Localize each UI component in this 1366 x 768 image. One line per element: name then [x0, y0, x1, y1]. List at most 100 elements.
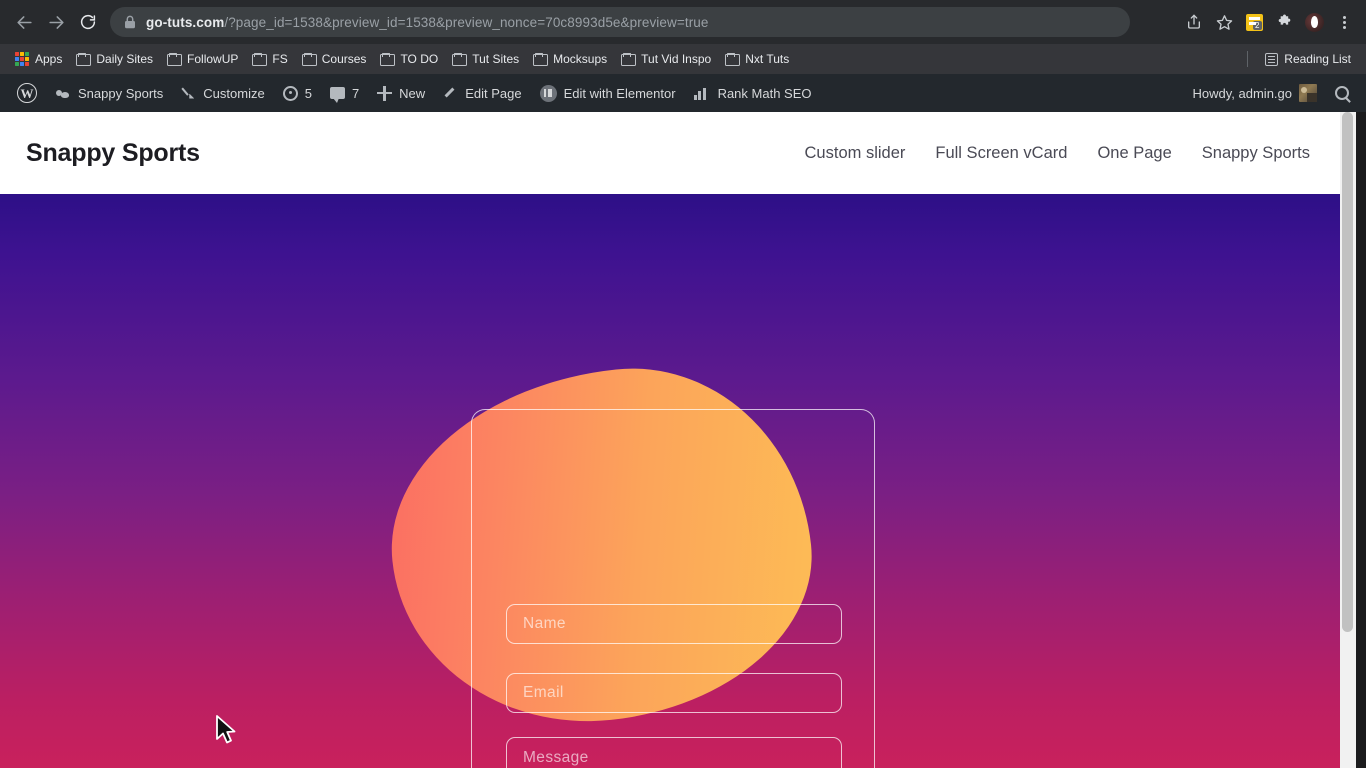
folder-icon	[452, 53, 468, 66]
folder-icon	[380, 53, 396, 66]
url-path: /?page_id=1538&preview_id=1538&preview_n…	[224, 14, 709, 30]
adminbar-elementor-label: Edit with Elementor	[563, 85, 676, 101]
mouse-cursor	[216, 715, 236, 744]
bookmark-label: Tut Sites	[472, 52, 520, 66]
folder-icon	[533, 53, 549, 66]
reading-list-icon	[1265, 52, 1279, 66]
bookmark-item-nxt-tuts[interactable]: Nxt Tuts	[718, 49, 796, 69]
bookmark-item-fs[interactable]: FS	[245, 49, 294, 69]
bookmark-label: Courses	[321, 52, 367, 66]
back-icon[interactable]	[8, 6, 40, 38]
bookmark-label: FollowUP	[187, 52, 239, 66]
browser-window: go-tuts.com/?page_id=1538&preview_id=153…	[0, 0, 1366, 768]
nav-item-custom-slider[interactable]: Custom slider	[805, 144, 906, 163]
adminbar-updates[interactable]: 5	[274, 74, 321, 112]
bookmarks-bar: Apps Daily Sites FollowUP FS Courses TO …	[0, 44, 1366, 74]
site-header: Snappy Sports Custom slider Full Screen …	[0, 112, 1340, 194]
adminbar-comments-count: 7	[351, 85, 360, 101]
wordpress-icon: W	[17, 83, 37, 103]
nav-item-snappy-sports[interactable]: Snappy Sports	[1202, 144, 1310, 163]
page-scrollbar[interactable]	[1340, 112, 1356, 768]
contact-form-card	[471, 409, 875, 768]
adminbar-site-name-label: Snappy Sports	[78, 85, 164, 101]
wp-logo-button[interactable]: W	[8, 74, 46, 112]
wp-admin-bar: W Snappy Sports Customize 5 7 New Edit P…	[0, 74, 1366, 112]
forward-icon[interactable]	[40, 6, 72, 38]
rank-math-icon	[693, 87, 711, 100]
adminbar-edit-with-elementor[interactable]: Edit with Elementor	[531, 74, 685, 112]
bookmark-item-daily-sites[interactable]: Daily Sites	[69, 49, 160, 69]
bookmark-label: Nxt Tuts	[745, 52, 790, 66]
adminbar-new[interactable]: New	[368, 74, 434, 112]
name-input[interactable]: Name	[506, 604, 842, 644]
bookmark-apps[interactable]: Apps	[8, 49, 69, 69]
adminbar-right: Howdy, admin.go	[1184, 74, 1358, 112]
bookmark-item-tut-vid-inspo[interactable]: Tut Vid Inspo	[614, 49, 718, 69]
page-viewport: Snappy Sports Custom slider Full Screen …	[0, 112, 1340, 768]
adminbar-search[interactable]	[1326, 74, 1358, 112]
adminbar-customize-label: Customize	[203, 85, 265, 101]
plus-icon	[377, 85, 393, 101]
adminbar-comments[interactable]: 7	[321, 74, 368, 112]
pencil-icon	[443, 86, 458, 101]
adminbar-howdy-label: Howdy, admin.go	[1192, 85, 1292, 101]
name-placeholder: Name	[523, 615, 566, 632]
search-icon	[1335, 86, 1349, 100]
adminbar-rank-math-label: Rank Math SEO	[717, 85, 812, 101]
folder-icon	[621, 53, 637, 66]
bookmark-label: Mocksups	[553, 52, 608, 66]
site-nav: Custom slider Full Screen vCard One Page…	[805, 144, 1314, 163]
site-logo[interactable]: Snappy Sports	[26, 139, 200, 168]
adminbar-new-label: New	[399, 85, 426, 101]
folder-icon	[76, 53, 92, 66]
address-bar[interactable]: go-tuts.com/?page_id=1538&preview_id=153…	[110, 7, 1130, 37]
elementor-icon	[539, 84, 557, 102]
adminbar-updates-count: 5	[304, 85, 312, 101]
adminbar-edit-page[interactable]: Edit Page	[434, 74, 530, 112]
adminbar-customize[interactable]: Customize	[172, 74, 273, 112]
extension-badge-icon[interactable]: 2	[1240, 8, 1268, 36]
toolbar-actions: 2	[1180, 8, 1358, 36]
bookmarks-bar-right: Reading List	[1247, 49, 1358, 69]
bookmark-item-followup[interactable]: FollowUP	[160, 49, 245, 69]
browser-menu-icon[interactable]	[1330, 8, 1358, 36]
share-icon[interactable]	[1180, 8, 1208, 36]
avatar	[1299, 84, 1317, 102]
bookmark-label: Daily Sites	[96, 52, 154, 66]
reload-icon[interactable]	[72, 6, 104, 38]
folder-icon	[725, 53, 741, 66]
browser-toolbar: go-tuts.com/?page_id=1538&preview_id=153…	[0, 0, 1366, 44]
bookmark-apps-label: Apps	[35, 52, 63, 66]
message-placeholder: Message	[523, 749, 589, 766]
comment-icon	[329, 87, 345, 103]
folder-icon	[252, 53, 268, 66]
adminbar-site-name[interactable]: Snappy Sports	[46, 74, 172, 112]
bookmark-label: FS	[272, 52, 288, 66]
reading-list-button[interactable]: Reading List	[1258, 49, 1358, 69]
extension-badge-count: 2	[1253, 20, 1262, 30]
nav-item-one-page[interactable]: One Page	[1097, 144, 1171, 163]
address-bar-text: go-tuts.com/?page_id=1538&preview_id=153…	[146, 15, 709, 30]
email-placeholder: Email	[523, 684, 564, 701]
bookmark-item-to-do[interactable]: TO DO	[373, 49, 445, 69]
update-icon	[282, 85, 298, 101]
divider	[1247, 51, 1249, 67]
brush-icon	[181, 86, 196, 101]
email-input[interactable]: Email	[506, 673, 842, 713]
adminbar-rank-math[interactable]: Rank Math SEO	[685, 74, 821, 112]
site-icon	[55, 86, 71, 100]
brave-shield-icon[interactable]	[1300, 8, 1328, 36]
scrollbar-thumb[interactable]	[1342, 112, 1353, 632]
lock-icon	[125, 15, 135, 29]
bookmark-item-courses[interactable]: Courses	[295, 49, 374, 69]
adminbar-my-account[interactable]: Howdy, admin.go	[1184, 74, 1326, 112]
hero-section: Name Email Message Send	[0, 194, 1340, 768]
window-right-edge	[1356, 112, 1366, 768]
bookmark-item-tut-sites[interactable]: Tut Sites	[445, 49, 526, 69]
bookmark-item-mocksups[interactable]: Mocksups	[526, 49, 614, 69]
bookmark-star-icon[interactable]	[1210, 8, 1238, 36]
message-textarea[interactable]: Message	[506, 737, 842, 768]
puzzle-icon[interactable]	[1270, 8, 1298, 36]
apps-grid-icon	[15, 52, 29, 66]
nav-item-full-screen-vcard[interactable]: Full Screen vCard	[935, 144, 1067, 163]
